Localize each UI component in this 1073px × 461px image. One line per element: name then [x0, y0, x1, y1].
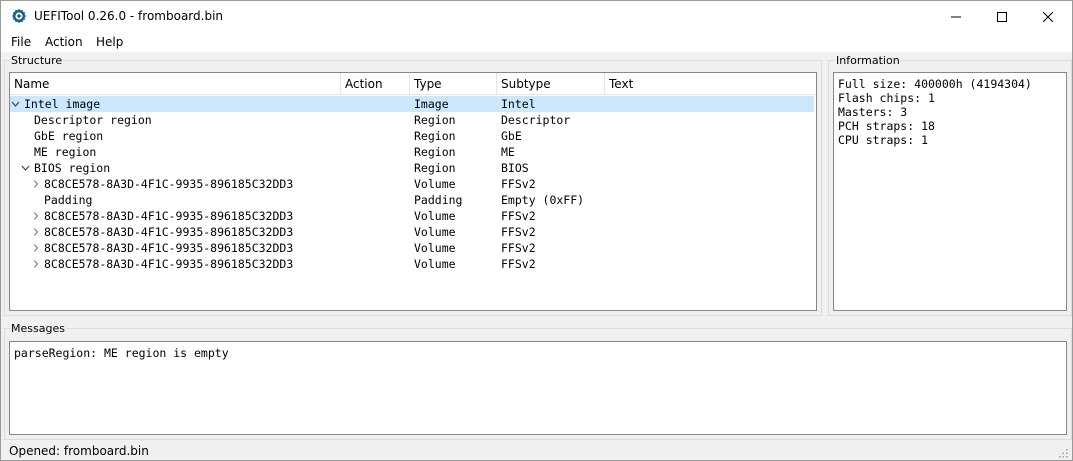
tree-item-subtype: FFSv2 [501, 209, 536, 223]
menu-file[interactable]: File [11, 35, 31, 49]
tree-item-subtype: FFSv2 [501, 257, 536, 271]
tree-item-name: Padding [44, 193, 93, 207]
column-header-type[interactable]: Type [410, 73, 497, 95]
chevron-right-icon[interactable] [31, 240, 41, 256]
info-line: PCH straps: 18 [838, 119, 935, 133]
tree-item-type: Region [414, 129, 456, 143]
minimize-button[interactable] [933, 1, 979, 32]
messages-list[interactable]: parseRegion: ME region is empty [9, 341, 1067, 435]
chevron-right-icon[interactable] [31, 224, 41, 240]
chevron-right-icon[interactable] [31, 208, 41, 224]
tree-row[interactable]: 8C8CE578-8A3D-4F1C-9935-896185C32DD3 Volu… [10, 176, 814, 192]
tree-row[interactable]: 8C8CE578-8A3D-4F1C-9935-896185C32DD3 Volu… [10, 256, 814, 272]
chevron-right-icon[interactable] [31, 256, 41, 272]
column-header-subtype[interactable]: Subtype [497, 73, 605, 95]
maximize-button[interactable] [979, 1, 1025, 32]
tree-item-type: Volume [414, 177, 456, 191]
tree-item-name: 8C8CE578-8A3D-4F1C-9935-896185C32DD3 [44, 209, 294, 223]
tree-item-type: Volume [414, 225, 456, 239]
tree-item-type: Region [414, 161, 456, 175]
tree-item-type: Image [414, 97, 449, 111]
tree-item-name: 8C8CE578-8A3D-4F1C-9935-896185C32DD3 [44, 257, 294, 271]
maximize-icon [997, 11, 1007, 22]
information-text[interactable]: Full size: 400000h (4194304) Flash chips… [833, 72, 1067, 311]
tree-row[interactable]: GbE region Region GbE [10, 128, 814, 144]
chevron-down-icon[interactable] [11, 96, 21, 112]
column-header-text[interactable]: Text [605, 73, 816, 95]
tree-row[interactable]: 8C8CE578-8A3D-4F1C-9935-896185C32DD3 Volu… [10, 208, 814, 224]
info-line: Masters: 3 [838, 105, 908, 119]
chevron-down-icon[interactable] [21, 160, 31, 176]
tree-item-subtype: Intel [501, 97, 536, 111]
tree-item-subtype: Descriptor [501, 113, 571, 127]
tree-item-subtype: FFSv2 [501, 241, 536, 255]
column-header-name[interactable]: Name [10, 73, 341, 95]
tree-row[interactable]: ME region Region ME [10, 144, 814, 160]
tree-row[interactable]: BIOS region Region BIOS [10, 160, 814, 176]
tree-item-name: BIOS region [34, 161, 111, 175]
minimize-icon [951, 12, 961, 22]
tree-item-subtype: FFSv2 [501, 225, 536, 239]
tree-item-type: Region [414, 113, 456, 127]
menu-action[interactable]: Action [45, 35, 83, 49]
tree-item-subtype: BIOS [501, 161, 529, 175]
menu-bar: File Action Help [1, 32, 1072, 52]
status-bar-text: Opened: fromboard.bin [9, 444, 149, 458]
tree-item-type: Volume [414, 257, 456, 271]
structure-tree[interactable]: Name Action Type Subtype Text Intel imag… [9, 72, 817, 311]
tree-item-name: GbE region [34, 129, 104, 143]
tree-row[interactable]: Intel image Image Intel [10, 96, 814, 112]
information-label: Information [835, 54, 901, 67]
column-header-action[interactable]: Action [341, 73, 410, 95]
resize-grip-icon[interactable] [1058, 447, 1068, 458]
info-line: Flash chips: 1 [838, 91, 935, 105]
tree-item-name: 8C8CE578-8A3D-4F1C-9935-896185C32DD3 [44, 225, 294, 239]
structure-label: Structure [10, 54, 64, 67]
chevron-right-icon[interactable] [31, 176, 41, 192]
tree-row[interactable]: 8C8CE578-8A3D-4F1C-9935-896185C32DD3 Volu… [10, 240, 814, 256]
tree-item-subtype: GbE [501, 129, 522, 143]
info-line: CPU straps: 1 [838, 133, 929, 147]
tree-item-subtype: FFSv2 [501, 177, 536, 191]
tree-item-type: Padding [414, 193, 463, 207]
tree-item-type: Region [414, 145, 456, 159]
tree-row[interactable]: 8C8CE578-8A3D-4F1C-9935-896185C32DD3 Volu… [10, 224, 814, 240]
title-bar[interactable]: UEFITool 0.26.0 - fromboard.bin [1, 1, 1072, 32]
message-line[interactable]: parseRegion: ME region is empty [14, 346, 1066, 360]
tree-item-subtype: ME [501, 145, 515, 159]
tree-item-subtype: Empty (0xFF) [501, 193, 585, 207]
tree-row[interactable]: Padding Padding Empty (0xFF) [10, 192, 814, 208]
window-title: UEFITool 0.26.0 - fromboard.bin [34, 9, 224, 23]
messages-label: Messages [10, 322, 66, 335]
main-window: UEFITool 0.26.0 - fromboard.bin File Act… [0, 0, 1073, 461]
tree-item-name: 8C8CE578-8A3D-4F1C-9935-896185C32DD3 [44, 241, 294, 255]
tree-item-name: ME region [34, 145, 97, 159]
info-line: Full size: 400000h (4194304) [838, 77, 1032, 91]
close-button[interactable] [1025, 1, 1071, 32]
tree-item-type: Volume [414, 241, 456, 255]
tree-item-type: Volume [414, 209, 456, 223]
tree-item-name: 8C8CE578-8A3D-4F1C-9935-896185C32DD3 [44, 177, 294, 191]
tree-item-name: Intel image [24, 97, 101, 111]
close-icon [1043, 11, 1053, 22]
tree-row[interactable]: Descriptor region Region Descriptor [10, 112, 814, 128]
tree-item-name: Descriptor region [34, 113, 152, 127]
uefitool-gear-icon [11, 8, 27, 24]
menu-help[interactable]: Help [96, 35, 123, 49]
